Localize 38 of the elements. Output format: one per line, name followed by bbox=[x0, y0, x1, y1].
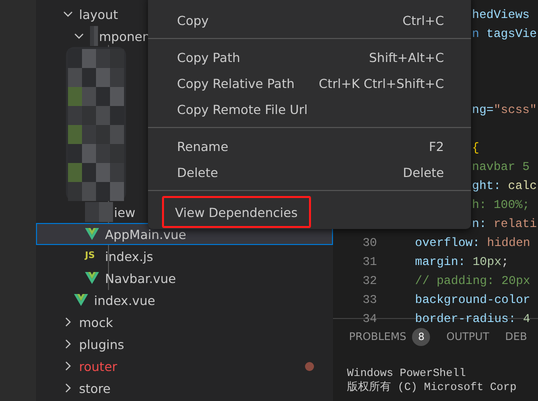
line-number: 30 bbox=[362, 236, 377, 250]
line-number: 32 bbox=[362, 274, 377, 288]
code-line: background-color bbox=[415, 292, 530, 306]
code-line: h: 100%; bbox=[472, 198, 530, 212]
code-line: // padding: 20px bbox=[415, 274, 530, 288]
shortcut-label: F2 bbox=[428, 138, 444, 154]
file-name: index.vue bbox=[94, 292, 156, 308]
file-name: iew bbox=[114, 204, 136, 220]
file-name: AppMain.vue bbox=[105, 226, 186, 242]
shortcut-label: Ctrl+K Ctrl+Shift+C bbox=[318, 76, 444, 90]
file-name: plugins bbox=[79, 336, 124, 352]
shortcut-label: Delete bbox=[402, 164, 444, 180]
js-icon: JS bbox=[85, 251, 99, 261]
file-name: index.js bbox=[105, 248, 154, 264]
file-name: mponen bbox=[99, 28, 150, 44]
file-name: Navbar.vue bbox=[105, 270, 176, 286]
code-line: n tagsVie bbox=[472, 26, 537, 40]
shortcut-label: Shift+Alt+C bbox=[368, 50, 444, 64]
code-line: ng="scss" bbox=[472, 102, 537, 116]
terminal-line: 版权所有 (C) Microsoft Corp bbox=[346, 381, 518, 395]
code-line: ght: calc bbox=[472, 178, 537, 192]
line-number: 31 bbox=[362, 254, 377, 268]
file-name: layout bbox=[79, 6, 118, 22]
shortcut-label: Ctrl+C bbox=[402, 12, 444, 28]
file-name: router bbox=[79, 358, 118, 374]
code-line: navbar 5 bbox=[472, 160, 530, 174]
line-number: 34 bbox=[362, 312, 377, 326]
code-line: { bbox=[472, 140, 480, 154]
code-line: hedViews bbox=[472, 8, 530, 22]
code-line: margin: 10px; bbox=[415, 254, 509, 268]
line-number: 33 bbox=[362, 292, 377, 306]
code-line: border-radius: 4 bbox=[415, 312, 530, 326]
file-name: store bbox=[79, 380, 111, 396]
file-name: mock bbox=[79, 314, 113, 330]
terminal-line: Windows PowerShell bbox=[346, 367, 467, 381]
code-line: overflow: hidden bbox=[415, 236, 530, 250]
count-badge: 8 bbox=[412, 328, 430, 346]
code-line: n: relati bbox=[472, 216, 537, 230]
